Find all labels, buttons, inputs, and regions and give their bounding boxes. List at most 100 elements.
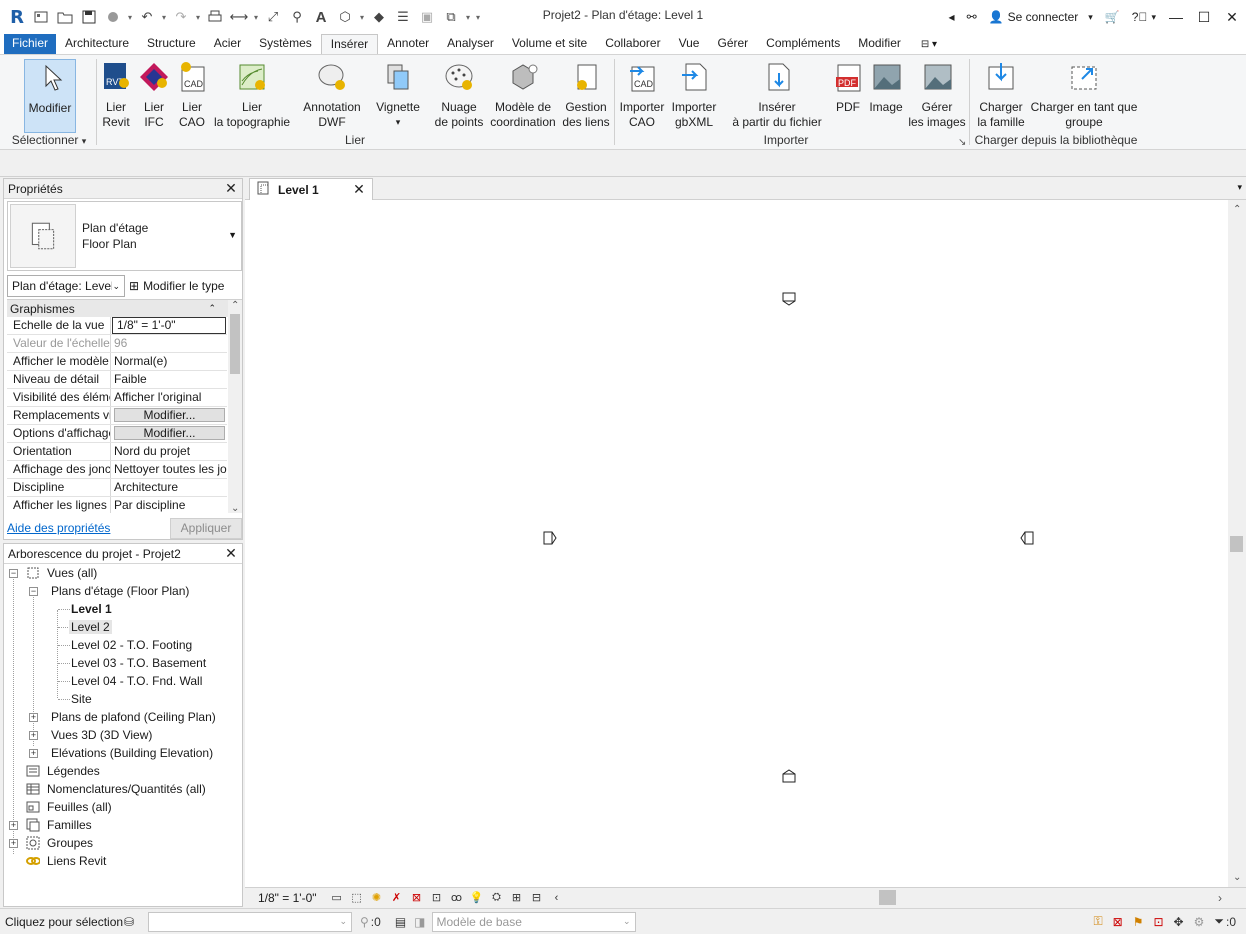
section-icon[interactable]: ◆ [368,6,390,28]
tab-file[interactable]: Fichier [4,34,57,54]
chevron-down-icon[interactable]: ▾ [358,13,366,22]
tree-node-level-03[interactable]: Level 03 - T.O. Basement [4,654,242,672]
tab-addins[interactable]: Compléments [757,34,849,54]
tree-node-schedules[interactable]: Nomenclatures/Quantités (all) [4,780,242,798]
tree-node-sheets[interactable]: Feuilles (all) [4,798,242,816]
chevron-down-icon[interactable]: ▾ [126,13,134,22]
edit-overrides-button[interactable]: Modifier... [114,408,225,422]
tree-node-site[interactable]: Site [4,690,242,708]
view-scale-button[interactable]: 1/8" = 1'-0" [245,891,327,905]
load-as-group-button[interactable]: Charger en tant que groupe [1030,59,1138,133]
help-button[interactable]: ?⃝ ▾ [1126,10,1162,24]
background-processes-icon[interactable]: ⚙ [1194,915,1205,929]
workset-select[interactable]: ⌄ [148,911,352,932]
image-button[interactable]: Image [866,59,906,133]
shadows-icon[interactable]: ✗ [387,890,407,906]
edit-type-button[interactable]: ⊞ Modifier le type [129,279,224,293]
home-icon[interactable] [30,6,52,28]
select-underlay-icon[interactable]: ⊠ [1113,915,1123,929]
tree-node-floor-plans[interactable]: − Plans d'étage (Floor Plan) [4,582,242,600]
pdf-button[interactable]: PDF PDF [830,59,866,133]
view-scale-input[interactable]: 1/8" = 1'-0" [112,317,226,334]
expand-icon[interactable]: + [9,838,18,848]
redo-icon[interactable]: ↷ [170,6,192,28]
dimension-icon[interactable]: ⤢ [262,6,284,28]
tree-node-views[interactable]: − Vues (all) [4,564,242,582]
elevation-marker-north[interactable] [782,292,796,306]
elevation-marker-east[interactable] [1020,531,1034,545]
text-icon[interactable]: A [310,6,332,28]
tab-steel[interactable]: Acier [205,34,250,54]
property-row[interactable]: Remplacements visibilité/graphismesModif… [7,407,227,425]
tab-structure[interactable]: Structure [138,34,205,54]
print-icon[interactable] [204,6,226,28]
sign-in-button[interactable]: 👤 Se connecter ▾ [983,10,1099,24]
app-logo[interactable]: R [6,7,28,28]
tab-massing[interactable]: Volume et site [503,34,596,54]
canvas-horizontal-scrollbar[interactable] [815,890,1225,905]
drag-elements-icon[interactable]: ✥ [1174,915,1184,929]
decal-button[interactable]: Vignette ▾ [372,59,424,133]
switch-windows-icon[interactable]: ⧉ [440,6,462,28]
tree-node-level-04[interactable]: Level 04 - T.O. Fnd. Wall [4,672,242,690]
select-panel-label[interactable]: Sélectionner ▾ [4,133,94,147]
chevron-down-icon[interactable]: ▾ [252,13,260,22]
import-panel-label[interactable]: Importer [616,133,956,147]
filter-icon[interactable]: ⚲:0 [360,915,381,929]
load-family-button[interactable]: Charger la famille [972,59,1030,133]
property-row[interactable]: Orientation Nord du projet [7,443,227,461]
sun-path-icon[interactable]: ✺ [367,890,387,906]
properties-scrollbar[interactable]: ⌃ ⌄ [228,300,242,513]
select-links-icon[interactable]: ⚿ [1094,914,1103,929]
elevation-marker-south[interactable] [782,769,796,783]
tab-systems[interactable]: Systèmes [250,34,321,54]
tree-node-level-1[interactable]: Level 1 [4,600,242,618]
close-icon[interactable]: ✕ [224,180,238,197]
manage-links-button[interactable]: Gestion des liens [562,59,610,133]
edit-display-options-button[interactable]: Modifier... [114,426,225,440]
property-row[interactable]: Afficher le modèle Normal(e) [7,353,227,371]
open-icon[interactable] [54,6,76,28]
import-cad-button[interactable]: CAD Importer CAO [616,59,668,133]
editing-requests-icon[interactable]: ▤ [395,915,406,929]
cart-icon[interactable]: 🛒 [1099,10,1126,24]
3d-view-icon[interactable]: ⬡ [334,6,356,28]
tree-node-legends[interactable]: Légendes [4,762,242,780]
constraints-icon[interactable]: ⊟ [527,890,547,906]
expand-icon[interactable]: + [29,730,38,740]
selection-filter-icon[interactable]: ⏷:0 [1214,914,1236,929]
expand-icon[interactable]: + [29,748,38,758]
property-row[interactable]: Visibilité des élémentsAfficher l'origin… [7,389,227,407]
insert-from-file-button[interactable]: Insérer à partir du fichier [728,59,826,133]
select-pinned-icon[interactable]: ⚑ [1133,915,1144,929]
customize-qat-icon[interactable]: ▾ [474,13,482,22]
design-option-icon[interactable]: ◨ [414,915,425,929]
tab-manage[interactable]: Gérer [708,34,757,54]
close-hidden-icon[interactable]: ▣ [416,6,438,28]
expand-icon[interactable]: + [29,712,38,722]
collapse-icon[interactable]: − [9,568,18,578]
temporary-hide-icon[interactable]: ꝏ [447,890,467,906]
lock-3d-icon[interactable]: ⛭ [487,890,507,906]
point-cloud-button[interactable]: Nuage de points [432,59,486,133]
tree-node-elevations[interactable]: + Elévations (Building Elevation) [4,744,242,762]
type-selector[interactable]: Plan d'étage Floor Plan ▼ [7,201,242,271]
drawing-canvas[interactable] [245,200,1228,887]
property-row[interactable]: Discipline Architecture [7,479,227,497]
tab-insert[interactable]: Insérer [320,34,379,54]
close-button[interactable]: ✕ [1218,0,1246,34]
visual-style-icon[interactable]: ⬚ [347,890,367,906]
apply-button[interactable]: Appliquer [170,517,242,539]
import-gbxml-button[interactable]: Importer gbXML [668,59,720,133]
property-row[interactable]: Niveau de détail Faible [7,371,227,389]
crop-region-icon[interactable]: ⊡ [427,890,447,906]
tab-analyze[interactable]: Analyser [438,34,503,54]
tab-modify[interactable]: Modifier [849,34,910,54]
tree-node-families[interactable]: + Familles [4,816,242,834]
ribbon-minimize-icon[interactable]: ⊟ ▾ [916,35,942,54]
tab-architecture[interactable]: Architecture [56,34,138,54]
binoculars-icon[interactable]: ⚯ [961,10,983,24]
thin-lines-icon[interactable]: ☰ [392,6,414,28]
tabs-menu-icon[interactable]: ▾ [1237,182,1242,193]
tree-node-level-02[interactable]: Level 02 - T.O. Footing [4,636,242,654]
